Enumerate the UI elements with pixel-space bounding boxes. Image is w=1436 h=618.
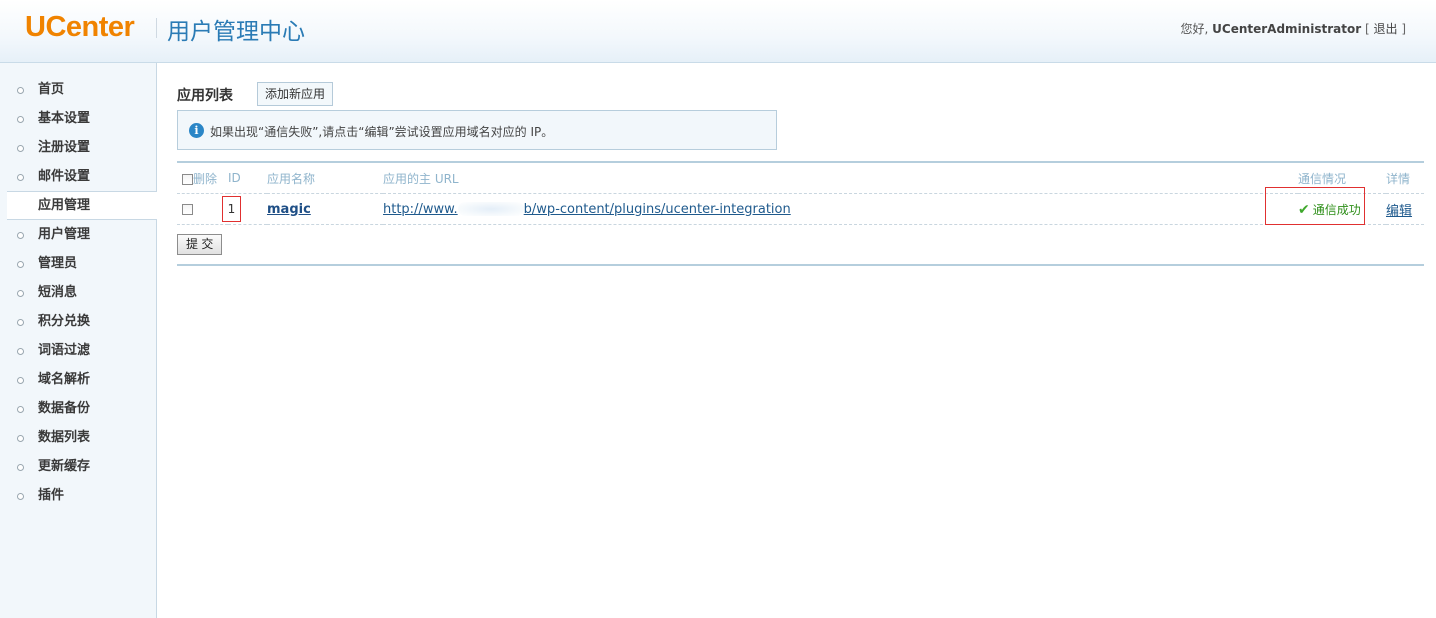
page-title: 用户管理中心 — [167, 19, 305, 45]
info-icon: i — [189, 123, 204, 138]
bullet-icon — [17, 435, 24, 442]
logout-link[interactable]: 退出 — [1373, 22, 1397, 36]
add-app-button[interactable]: 添加新应用 — [257, 82, 334, 106]
sidebar-item-register-settings[interactable]: 注册设置 — [0, 133, 156, 162]
bullet-icon — [17, 348, 24, 355]
sidebar-item-domain-resolve[interactable]: 域名解析 — [0, 365, 156, 394]
sidebar-item-label: 首页 — [38, 82, 65, 97]
bracket-close: ] — [1401, 22, 1406, 36]
row-delete-checkbox[interactable] — [182, 203, 193, 215]
cell-delete — [177, 193, 228, 225]
sidebar-menu: 首页 基本设置 注册设置 邮件设置 应用管理 用户管理 管理员 短消息 积分兑换… — [0, 63, 157, 510]
header-detail: 详情 — [1386, 163, 1424, 194]
app-table: 删除 ID 应用名称 应用的主 URL 通信情况 详情 1 magic http… — [177, 161, 1424, 225]
header-url: 应用的主 URL — [383, 163, 1298, 194]
bullet-icon — [17, 406, 24, 413]
cell-id: 1 — [222, 193, 267, 225]
sidebar-item-label: 数据备份 — [38, 401, 91, 416]
sidebar-item-plugins[interactable]: 插件 — [0, 481, 156, 510]
status-highlight-box — [1265, 187, 1365, 225]
sidebar-item-user-management[interactable]: 用户管理 — [0, 220, 156, 249]
sidebar-item-label: 短消息 — [38, 285, 78, 300]
bullet-icon — [17, 116, 24, 123]
url-prefix: http://www. — [383, 201, 458, 217]
sidebar-item-app-management[interactable]: 应用管理 — [7, 191, 157, 220]
sidebar-item-messages[interactable]: 短消息 — [0, 278, 156, 307]
sidebar-item-label: 邮件设置 — [38, 169, 91, 184]
bullet-icon — [17, 232, 24, 239]
app-name-link[interactable]: magic — [267, 202, 311, 217]
sidebar-item-label: 数据列表 — [38, 430, 91, 445]
sidebar-item-label: 应用管理 — [38, 198, 91, 213]
greeting-text: 您好, — [1180, 22, 1209, 36]
sidebar-item-word-filter[interactable]: 词语过滤 — [0, 336, 156, 365]
sidebar-item-credit-exchange[interactable]: 积分兑换 — [0, 307, 156, 336]
bullet-icon — [17, 319, 24, 326]
sidebar-item-data-list[interactable]: 数据列表 — [0, 423, 156, 452]
bullet-icon — [17, 174, 24, 181]
header-delete-label: 删除 — [193, 171, 218, 186]
redacted-domain — [457, 202, 524, 216]
cell-detail: 编辑 — [1386, 193, 1424, 225]
user-bar: 您好, UCenterAdministrator [ 退出 ] — [1181, 20, 1407, 37]
bullet-icon — [17, 290, 24, 297]
ucenter-logo: UCenter — [25, 11, 135, 43]
bottom-divider — [177, 264, 1424, 266]
sidebar-item-mail-settings[interactable]: 邮件设置 — [0, 162, 156, 191]
cell-url: http://www. b/wp-content/plugins/ucenter-… — [383, 193, 1298, 225]
app-url-link[interactable]: http://www. b/wp-content/plugins/ucenter-… — [383, 202, 791, 217]
sidebar-item-label: 插件 — [38, 488, 65, 503]
notice-text: 如果出现“通信失败”,请点击“编辑”尝试设置应用域名对应的 IP。 — [210, 125, 554, 139]
bracket-open: [ — [1364, 22, 1370, 36]
sidebar: 首页 基本设置 注册设置 邮件设置 应用管理 用户管理 管理员 短消息 积分兑换… — [0, 63, 157, 618]
sidebar-item-admins[interactable]: 管理员 — [0, 249, 156, 278]
edit-link[interactable]: 编辑 — [1386, 204, 1412, 219]
bullet-icon — [17, 87, 24, 94]
sidebar-item-data-backup[interactable]: 数据备份 — [0, 394, 156, 423]
logo-divider — [156, 18, 157, 38]
bullet-icon — [17, 464, 24, 471]
sidebar-item-label: 注册设置 — [38, 140, 91, 155]
bullet-icon — [17, 145, 24, 152]
header-id: ID — [228, 163, 267, 194]
sidebar-item-label: 用户管理 — [38, 227, 91, 242]
bullet-icon — [17, 493, 24, 500]
list-title: 应用列表 — [177, 88, 233, 104]
header-delete: 删除 — [177, 163, 228, 194]
bullet-icon — [17, 261, 24, 268]
sidebar-item-home[interactable]: 首页 — [0, 75, 156, 104]
sidebar-item-label: 积分兑换 — [38, 314, 91, 329]
notice-box: i 如果出现“通信失败”,请点击“编辑”尝试设置应用域名对应的 IP。 — [177, 110, 777, 150]
sidebar-item-label: 更新缓存 — [38, 459, 91, 474]
bullet-icon — [17, 377, 24, 384]
sidebar-item-label: 域名解析 — [38, 372, 91, 387]
header-name: 应用名称 — [267, 163, 383, 194]
sidebar-item-label: 管理员 — [38, 256, 78, 271]
app-id: 1 — [222, 196, 241, 222]
table-header-row: 删除 ID 应用名称 应用的主 URL 通信情况 详情 — [177, 163, 1424, 194]
header: UCenter 用户管理中心 您好, UCenterAdministrator … — [0, 0, 1436, 63]
table-row: 1 magic http://www. b/wp-content/plugins/… — [177, 193, 1424, 225]
sidebar-item-label: 词语过滤 — [38, 343, 91, 358]
url-suffix: b/wp-content/plugins/ucenter-integration — [523, 201, 791, 217]
sidebar-item-basic-settings[interactable]: 基本设置 — [0, 104, 156, 133]
sidebar-item-label: 基本设置 — [38, 111, 91, 126]
select-all-checkbox[interactable] — [182, 173, 193, 185]
sidebar-item-update-cache[interactable]: 更新缓存 — [0, 452, 156, 481]
cell-name: magic — [267, 193, 383, 225]
submit-button[interactable]: 提 交 — [177, 234, 223, 255]
username: UCenterAdministrator — [1212, 22, 1362, 36]
